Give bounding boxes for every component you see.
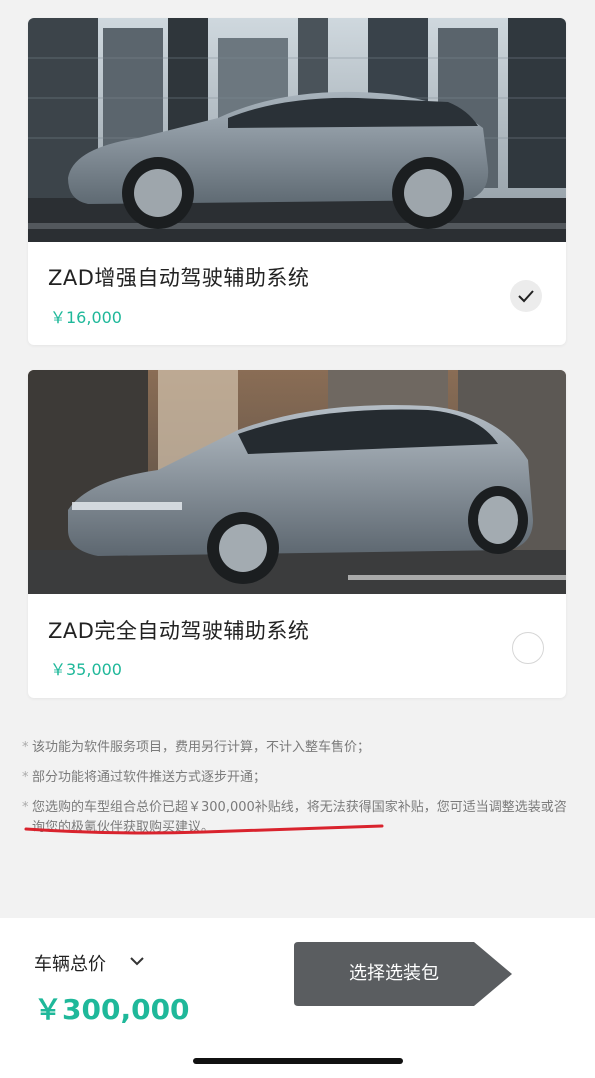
bottom-bar: 车辆总价 ￥300,000 选择选装包	[0, 918, 595, 1078]
package-card-zad-enhanced[interactable]: ZAD增强自动驾驶辅助系统 ￥16,000	[28, 18, 566, 345]
note-item: * 部分功能将通过软件推送方式逐步开通；	[22, 768, 572, 789]
chevron-down-icon[interactable]	[128, 954, 146, 968]
unselected-checkbox[interactable]	[512, 632, 544, 664]
car-front-image	[28, 370, 566, 594]
package-selection-page: ZAD增强自动驾驶辅助系统 ￥16,000 ZAD完全自动驾驶辅助系统 ￥35,…	[0, 0, 595, 1078]
bullet-mark: *	[22, 740, 29, 755]
checkmark-icon	[518, 290, 534, 303]
bullet-mark: *	[22, 799, 29, 815]
select-package-button-label[interactable]: 选择选装包	[294, 942, 494, 1006]
red-underline-annotation	[24, 824, 384, 835]
home-indicator	[193, 1058, 403, 1064]
package-title: ZAD增强自动驾驶辅助系统	[48, 266, 310, 290]
package-card-zad-full[interactable]: ZAD完全自动驾驶辅助系统 ￥35,000	[28, 370, 566, 698]
note-item: * 该功能为软件服务项目，费用另行计算，不计入整车售价；	[22, 738, 572, 759]
package-price: ￥16,000	[50, 308, 122, 327]
car-side-image	[28, 18, 566, 242]
note-text: 该功能为软件服务项目，费用另行计算，不计入整车售价；	[32, 740, 371, 755]
selected-checkbox[interactable]	[510, 280, 542, 312]
total-price-value: ￥300,000	[34, 993, 190, 1026]
package-price: ￥35,000	[50, 660, 122, 679]
package-title: ZAD完全自动驾驶辅助系统	[48, 619, 310, 643]
bullet-mark: *	[22, 769, 29, 785]
note-text: 部分功能将通过软件推送方式逐步开通；	[32, 769, 267, 785]
total-price-label[interactable]: 车辆总价	[34, 950, 106, 976]
